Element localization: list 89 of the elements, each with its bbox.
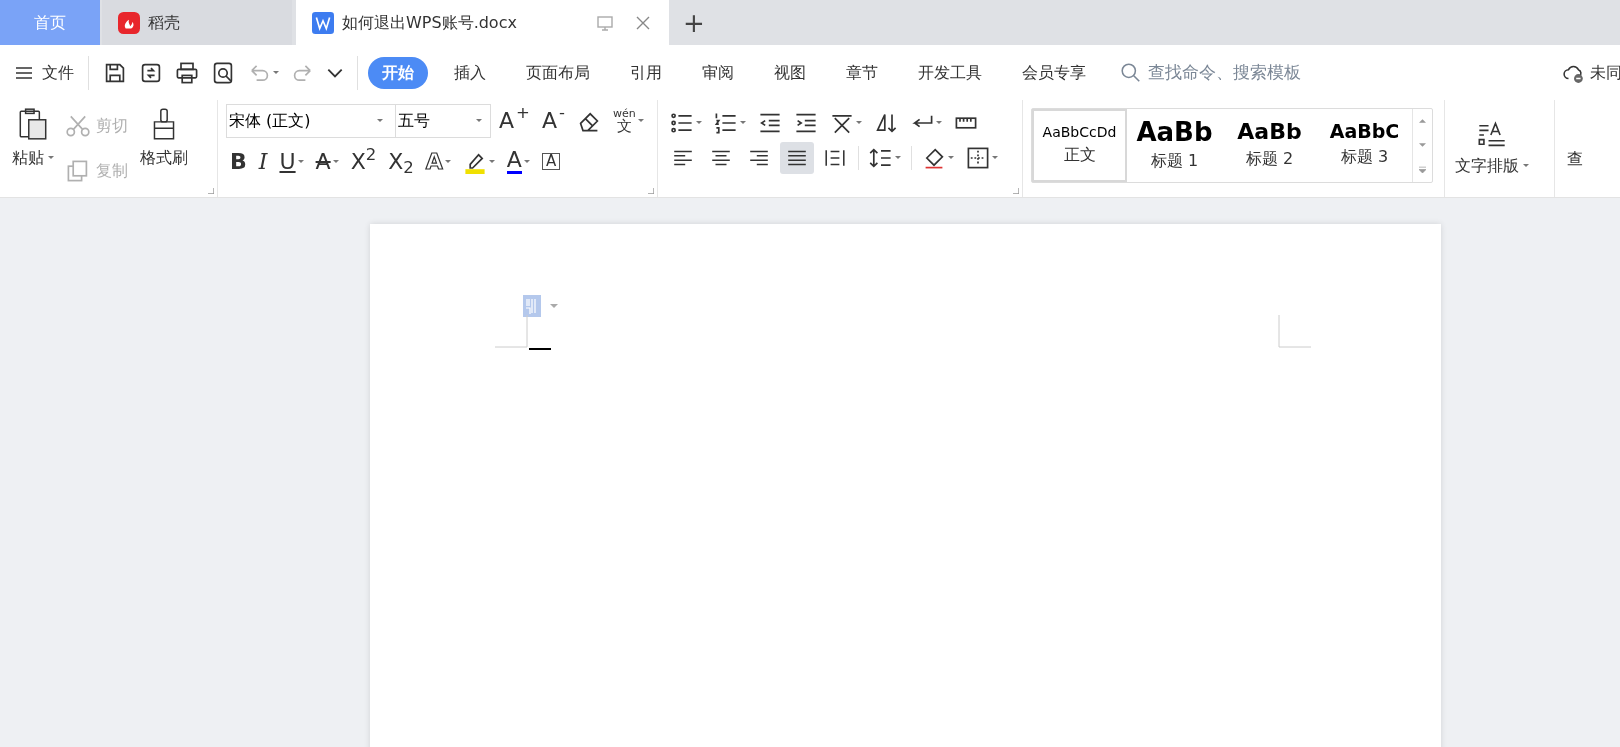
italic-button[interactable]: I bbox=[254, 147, 272, 176]
caret-icon bbox=[476, 119, 482, 123]
text-cursor bbox=[529, 348, 551, 350]
indent-icon bbox=[794, 111, 818, 135]
script-button[interactable]: X$_{2}$ bbox=[384, 147, 418, 176]
style-preset[interactable]: AaBb 标题 1 bbox=[1127, 109, 1222, 182]
tab-label: 稻壳 bbox=[148, 11, 180, 34]
style-preset[interactable]: AaBbC 标题 3 bbox=[1317, 109, 1412, 182]
caret-icon bbox=[992, 156, 998, 160]
caret-icon bbox=[273, 70, 279, 75]
caret-icon bbox=[856, 121, 862, 125]
bullet-list-icon bbox=[670, 111, 694, 135]
button-label: 文字排版 bbox=[1455, 154, 1519, 177]
font-name-dropdown[interactable]: 宋体 (正文) bbox=[226, 104, 396, 138]
caret-icon bbox=[895, 156, 901, 160]
button-label: 粘贴 bbox=[12, 147, 44, 169]
script-button[interactable]: X$^{2}$ bbox=[346, 147, 381, 176]
caret-icon bbox=[297, 159, 304, 164]
window-tab[interactable]: 稻壳 bbox=[102, 0, 292, 45]
font-color-button[interactable]: A bbox=[502, 146, 534, 177]
dialog-launcher-icon bbox=[648, 188, 654, 194]
paragraph-mark-icon bbox=[523, 295, 541, 317]
distribute-icon bbox=[824, 147, 846, 169]
sort-icon bbox=[874, 111, 898, 135]
ribbon-label[interactable]: 查 bbox=[1567, 147, 1583, 171]
document-icon bbox=[312, 11, 334, 34]
scissors-icon bbox=[66, 114, 90, 139]
ribbon-tab[interactable]: 审阅 bbox=[688, 56, 748, 89]
dialog-launcher-icon bbox=[1013, 188, 1019, 194]
font-size-field[interactable]: 五号 bbox=[396, 109, 476, 133]
ribbon-tab[interactable]: 页面布局 bbox=[512, 56, 604, 89]
dialog-launcher-icon bbox=[208, 188, 214, 194]
caret-icon bbox=[1523, 163, 1529, 168]
bold-button[interactable]: B bbox=[226, 147, 251, 176]
format-painter-button[interactable]: 格式刷 bbox=[136, 104, 192, 193]
border-icon bbox=[966, 146, 990, 170]
ribbon-tab[interactable]: 会员专享 bbox=[1008, 56, 1100, 89]
caret-icon bbox=[740, 121, 746, 125]
caret-icon bbox=[936, 121, 942, 125]
ribbon-tab[interactable]: 开发工具 bbox=[904, 56, 996, 89]
caret-icon bbox=[948, 156, 954, 160]
caret-icon bbox=[332, 159, 339, 164]
flame-icon bbox=[118, 11, 140, 34]
caret-icon bbox=[377, 119, 383, 123]
caret-icon bbox=[550, 304, 558, 308]
caret-icon bbox=[523, 159, 530, 164]
phonetic-guide-button[interactable]: wén 文 bbox=[608, 105, 648, 137]
corner-mark-icon bbox=[495, 315, 528, 348]
font-size-button[interactable]: A$^{-}$ bbox=[537, 107, 569, 135]
font-size-button[interactable]: A$^{+}$ bbox=[495, 107, 534, 135]
underline-button[interactable]: U bbox=[275, 147, 308, 176]
ribbon-tab[interactable]: 插入 bbox=[440, 56, 500, 89]
tab-label: 首页 bbox=[34, 11, 66, 34]
tab-label: 如何退出WPS账号.docx bbox=[342, 11, 518, 34]
corner-mark-icon bbox=[1278, 315, 1311, 348]
style-preset[interactable]: AaBb 标题 2 bbox=[1222, 109, 1317, 182]
caret-icon bbox=[1419, 142, 1426, 149]
window-tab[interactable]: 如何退出WPS账号.docx bbox=[296, 0, 669, 45]
line-spacing-icon bbox=[869, 146, 893, 170]
sync-status[interactable]: 未同 bbox=[1590, 60, 1620, 85]
search-icon bbox=[1120, 61, 1142, 84]
paste-button[interactable]: 粘贴 bbox=[8, 104, 58, 193]
caret-icon bbox=[488, 159, 495, 164]
caret-icon bbox=[48, 156, 54, 160]
strikethrough-button[interactable]: A bbox=[311, 147, 343, 176]
font-size-dropdown[interactable]: 五号 bbox=[395, 104, 491, 138]
copy-icon bbox=[66, 158, 90, 183]
font-name-field[interactable]: 宋体 (正文) bbox=[227, 109, 377, 133]
outdent-icon bbox=[758, 111, 782, 135]
text-layout-button[interactable]: 文字排版 bbox=[1451, 117, 1533, 180]
ribbon-tab[interactable]: 视图 bbox=[760, 56, 820, 89]
style-preset[interactable]: AaBbCcDd 正文 bbox=[1032, 109, 1127, 182]
up-caret-icon bbox=[1419, 117, 1426, 125]
preview-icon bbox=[211, 60, 235, 85]
print-icon bbox=[175, 60, 199, 85]
caret-icon bbox=[696, 121, 702, 125]
ribbon-tab[interactable]: 章节 bbox=[832, 56, 892, 89]
numbered-list-icon bbox=[714, 111, 738, 135]
expand-icon bbox=[1419, 166, 1426, 174]
search-field[interactable]: 查找命令、搜索模板 bbox=[1146, 58, 1346, 87]
justify-button[interactable] bbox=[780, 142, 814, 174]
text-effect-button[interactable]: A bbox=[421, 147, 455, 176]
new-tab-button[interactable]: + bbox=[669, 0, 719, 45]
file-menu[interactable]: 文件 bbox=[10, 57, 78, 88]
ribbon-tab[interactable]: 引用 bbox=[616, 56, 676, 89]
menu-label: 文件 bbox=[42, 61, 74, 84]
caret-icon bbox=[444, 159, 451, 164]
caret-icon bbox=[637, 119, 644, 123]
chevron-icon bbox=[327, 67, 343, 78]
